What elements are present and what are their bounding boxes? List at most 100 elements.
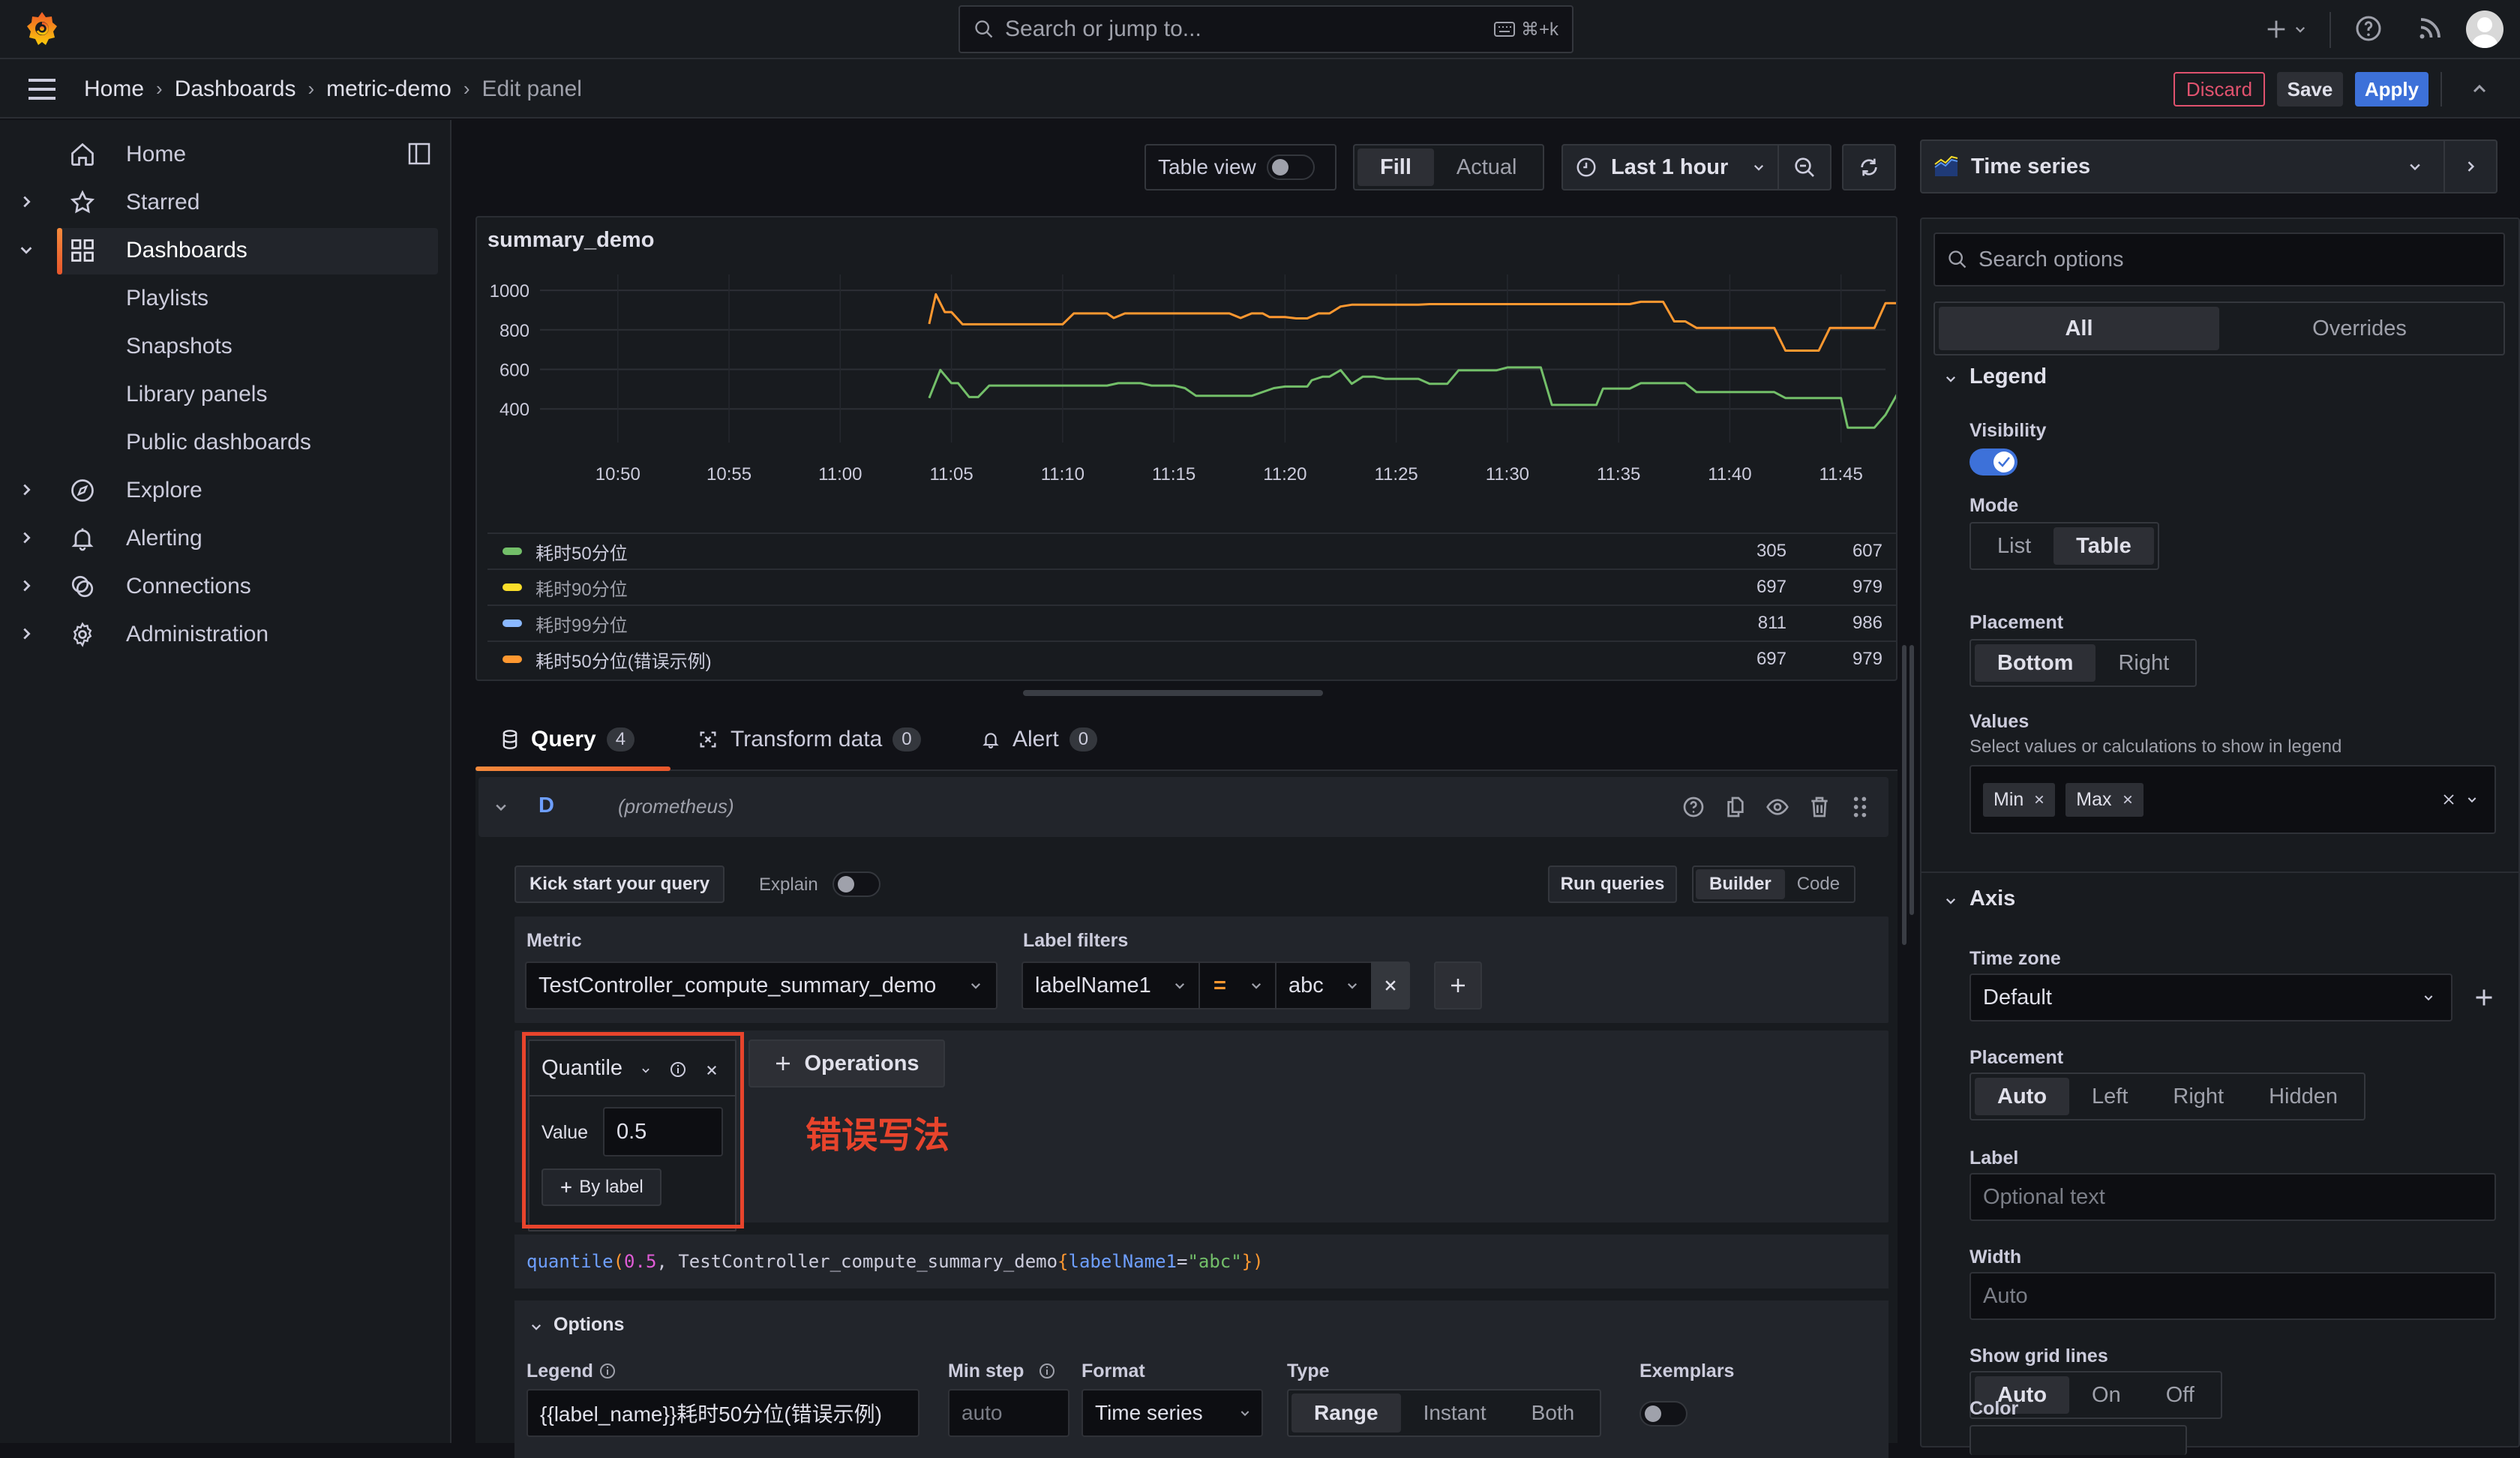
breadcrumb-dashboards[interactable]: Dashboards <box>175 76 296 102</box>
apply-button[interactable]: Apply <box>2355 72 2428 106</box>
editor-scrollbar[interactable] <box>1902 645 1906 945</box>
refresh-button[interactable] <box>1842 144 1896 190</box>
legend-row[interactable]: 耗时99分位 811 986 <box>488 604 1898 640</box>
sidebar-subitem-library-panels[interactable]: Library panels <box>126 370 267 418</box>
add-operation-button[interactable]: Operations <box>748 1040 945 1088</box>
search-options-input[interactable]: Search options <box>1934 232 2505 286</box>
grid-off[interactable]: Off <box>2144 1376 2217 1414</box>
visualization-picker[interactable]: Time series <box>1920 140 2498 194</box>
sidebar-item-dashboards[interactable]: Dashboards <box>20 226 435 274</box>
new-plus-icon[interactable] <box>2264 16 2289 42</box>
type-instant[interactable]: Instant <box>1401 1394 1509 1432</box>
help-icon[interactable] <box>2355 15 2382 42</box>
sidebar-item-connections[interactable]: Connections <box>23 562 435 610</box>
tab-transform-data[interactable]: Transform data 0 <box>698 710 921 770</box>
duplicate-icon[interactable] <box>1724 795 1748 819</box>
tab-all[interactable]: All <box>1939 307 2219 350</box>
legend-row[interactable]: 耗时90分位 697 979 <box>488 568 1898 604</box>
chevron-down-icon[interactable] <box>1944 894 1958 908</box>
code-option[interactable]: Code <box>1785 869 1852 899</box>
sidebar-subitem-playlists[interactable]: Playlists <box>126 274 208 322</box>
chevron-right-icon[interactable] <box>18 530 34 546</box>
actual-option[interactable]: Actual <box>1434 148 1540 186</box>
remove-chip-icon[interactable] <box>2034 794 2044 805</box>
filter-operator-select[interactable]: = <box>1198 962 1276 1010</box>
format-select[interactable]: Time series <box>1082 1389 1263 1437</box>
add-filter-button[interactable] <box>1434 962 1482 1010</box>
legend-section-title[interactable]: Legend <box>1970 364 2047 389</box>
builder-option[interactable]: Builder <box>1696 869 1785 899</box>
table-view-toggle[interactable]: Table view <box>1144 144 1336 190</box>
table-view-switch[interactable] <box>1266 154 1315 180</box>
placement-bottom[interactable]: Bottom <box>1975 644 2096 682</box>
sidebar-item-explore[interactable]: Explore <box>23 466 435 514</box>
menu-icon[interactable] <box>27 77 57 101</box>
user-avatar[interactable] <box>2466 10 2504 48</box>
breadcrumb-home[interactable]: Home <box>84 76 144 102</box>
chevron-down-icon[interactable] <box>2466 794 2478 806</box>
eye-icon[interactable] <box>1766 795 1790 819</box>
tab-overrides[interactable]: Overrides <box>2219 307 2500 350</box>
chevron-right-icon[interactable] <box>18 626 34 642</box>
explain-switch[interactable] <box>832 872 880 897</box>
pane-resize-handle[interactable] <box>1023 690 1323 696</box>
legend-row[interactable]: 耗时50分位 305 607 <box>488 532 1898 568</box>
legend-values-select[interactable]: Min Max <box>1970 765 2496 834</box>
kick-start-button[interactable]: Kick start your query <box>514 866 724 903</box>
drag-handle-icon[interactable] <box>1851 795 1869 819</box>
discard-button[interactable]: Discard <box>2174 72 2265 106</box>
sidebar-item-alerting[interactable]: Alerting <box>23 514 435 562</box>
metric-select[interactable]: TestController_compute_summary_demo <box>525 962 998 1010</box>
axis-placement-hidden[interactable]: Hidden <box>2246 1078 2360 1115</box>
sidebar-subitem-public-dashboards[interactable]: Public dashboards <box>126 418 311 466</box>
options-scrollbar[interactable] <box>1910 645 1914 915</box>
tab-alert[interactable]: Alert 0 <box>981 710 1098 770</box>
mode-list[interactable]: List <box>1975 527 2054 565</box>
axis-placement-right[interactable]: Right <box>2150 1078 2246 1115</box>
help-icon[interactable] <box>1682 795 1706 819</box>
axis-placement-auto[interactable]: Auto <box>1975 1078 2070 1115</box>
axis-section-title[interactable]: Axis <box>1970 886 2015 911</box>
run-queries-button[interactable]: Run queries <box>1548 866 1677 903</box>
type-both[interactable]: Both <box>1509 1394 1598 1432</box>
placement-right[interactable]: Right <box>2096 644 2192 682</box>
sidebar-item-home[interactable]: Home <box>60 130 435 178</box>
rss-news-icon[interactable] <box>2416 15 2444 42</box>
chevron-down-icon[interactable] <box>2294 22 2307 36</box>
time-picker[interactable]: Last 1 hour <box>1562 144 1779 190</box>
chevron-down-icon[interactable] <box>530 1320 543 1334</box>
tab-query[interactable]: Query 4 <box>476 710 660 770</box>
axis-width-input[interactable]: Auto <box>1970 1272 2496 1320</box>
collapse-chevron-icon[interactable] <box>494 800 508 814</box>
options-title[interactable]: Options <box>554 1314 624 1336</box>
axis-label-input[interactable]: Optional text <box>1970 1173 2496 1221</box>
collapse-chevron-up-icon[interactable] <box>2470 80 2488 98</box>
chevron-right-icon[interactable] <box>18 194 34 210</box>
add-timezone-icon[interactable] <box>2474 987 2494 1008</box>
grafana-logo-icon[interactable] <box>26 10 58 48</box>
timezone-select[interactable]: Default <box>1970 974 2452 1022</box>
remove-filter-button[interactable] <box>1371 962 1410 1010</box>
trash-icon[interactable] <box>1808 795 1832 819</box>
sidebar-item-administration[interactable]: Administration <box>23 610 435 658</box>
query-ref-id[interactable]: D <box>538 794 554 818</box>
min-step-input[interactable]: auto <box>948 1389 1070 1437</box>
chevron-right-icon[interactable] <box>2463 159 2478 174</box>
visibility-switch[interactable] <box>1970 448 2018 476</box>
legend-row[interactable]: 耗时50分位(错误示例) 697 979 <box>488 640 1898 676</box>
chevron-down-icon[interactable] <box>1944 372 1958 386</box>
zoom-out-button[interactable] <box>1778 144 1832 190</box>
chevron-right-icon[interactable] <box>18 578 34 594</box>
fill-option[interactable]: Fill <box>1358 148 1434 186</box>
save-button[interactable]: Save <box>2277 72 2343 106</box>
exemplars-switch[interactable] <box>1640 1401 1688 1426</box>
mode-table[interactable]: Table <box>2054 527 2154 565</box>
breadcrumb-metric-demo[interactable]: metric-demo <box>326 76 452 102</box>
type-range[interactable]: Range <box>1292 1394 1401 1432</box>
chevron-down-icon[interactable] <box>18 242 34 258</box>
sidebar-item-starred[interactable]: Starred <box>23 178 435 226</box>
legend-input[interactable]: {{label_name}}耗时50分位(错误示例) <box>526 1389 920 1437</box>
filter-label-select[interactable]: labelName1 <box>1022 962 1200 1010</box>
filter-value-select[interactable]: abc <box>1275 962 1372 1010</box>
global-search-input[interactable]: Search or jump to... ⌘+k <box>958 5 1574 53</box>
